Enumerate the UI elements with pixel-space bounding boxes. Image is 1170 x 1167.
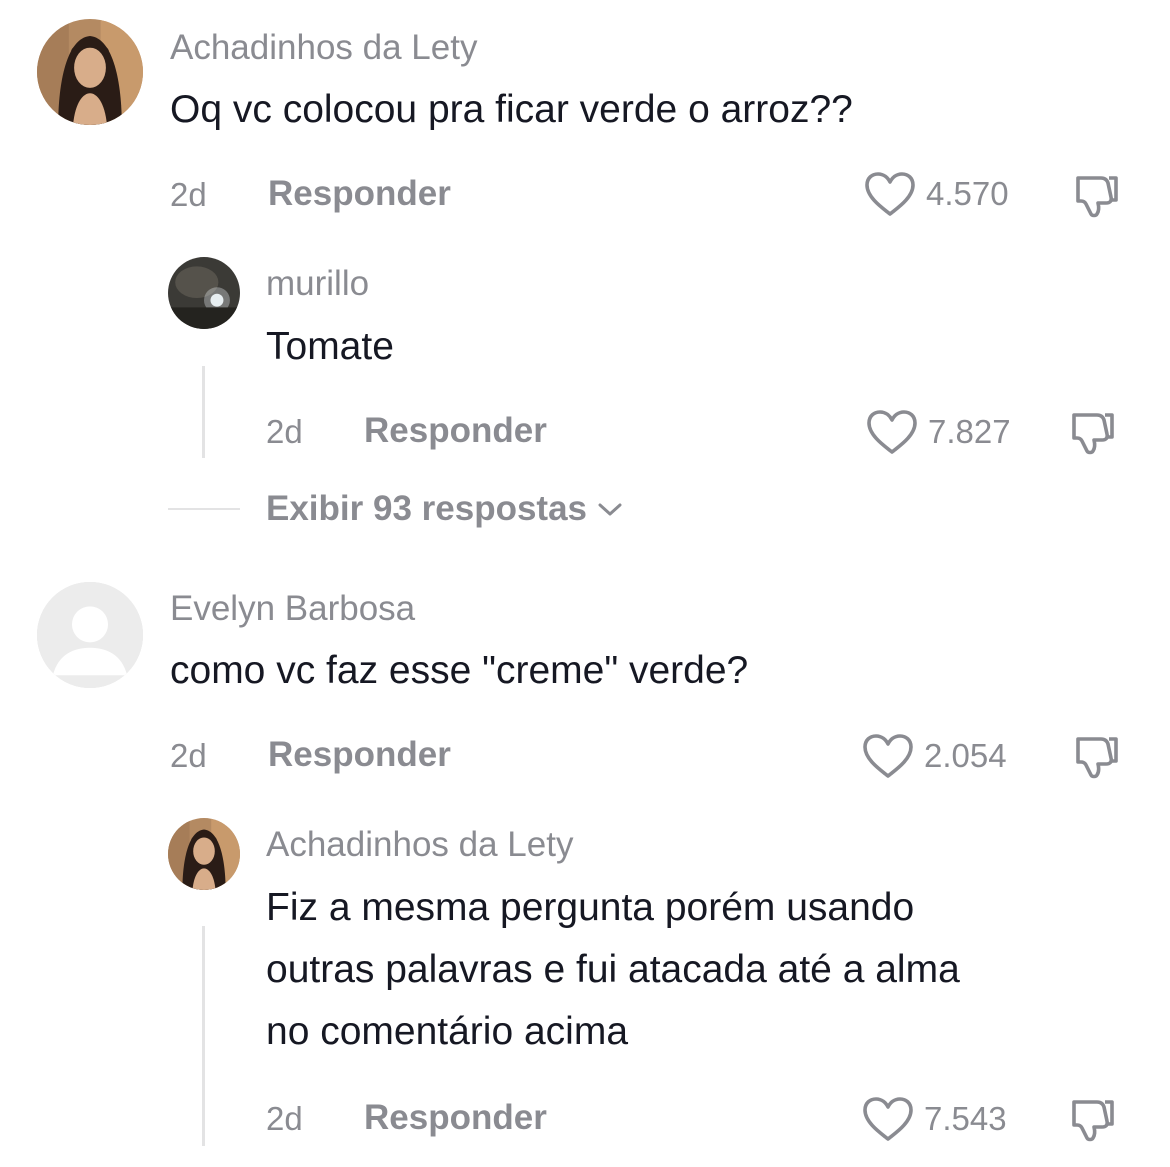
- like-count: 7.543: [924, 1100, 1007, 1137]
- comment-username[interactable]: Evelyn Barbosa: [170, 589, 415, 629]
- thumbs-down-icon: [1066, 407, 1118, 459]
- reply-username[interactable]: Achadinhos da Lety: [266, 825, 573, 865]
- thread-line: [202, 926, 205, 1146]
- reply-text-line: Fiz a mesma pergunta porém usando: [266, 886, 915, 929]
- reply-button[interactable]: Responder: [268, 735, 451, 775]
- view-replies-label: Exibir 93 respostas: [266, 489, 587, 528]
- comment-timestamp: 2d: [170, 737, 207, 774]
- comment-text: como vc faz esse "creme" verde?: [170, 649, 749, 692]
- chevron-down-icon: [598, 503, 622, 516]
- reply-timestamp: 2d: [266, 413, 303, 450]
- heart-outline-icon: [862, 1096, 914, 1142]
- dislike-button[interactable]: [1070, 170, 1122, 222]
- reply-timestamp: 2d: [266, 1100, 303, 1137]
- reply-text-line: no comentário acima: [266, 1010, 629, 1053]
- like-button[interactable]: 7.827: [866, 407, 1011, 457]
- view-replies-button[interactable]: Exibir 93 respostas: [266, 489, 625, 529]
- like-count: 2.054: [924, 737, 1007, 774]
- thumbs-down-icon: [1070, 170, 1122, 222]
- reply-button[interactable]: Responder: [268, 174, 451, 214]
- avatar[interactable]: [168, 818, 240, 890]
- divider: [168, 508, 240, 510]
- like-button[interactable]: 7.543: [862, 1094, 1007, 1144]
- comment-timestamp: 2d: [170, 176, 207, 213]
- dislike-button[interactable]: [1066, 1094, 1118, 1146]
- like-button[interactable]: 4.570: [864, 169, 1009, 219]
- like-button[interactable]: 2.054: [862, 731, 1007, 781]
- reply-username[interactable]: murillo: [266, 264, 369, 304]
- avatar[interactable]: [168, 257, 240, 329]
- reply-button[interactable]: Responder: [364, 1098, 547, 1138]
- avatar[interactable]: [37, 19, 143, 125]
- thread-line: [202, 366, 205, 458]
- dislike-button[interactable]: [1066, 407, 1118, 459]
- heart-outline-icon: [864, 171, 916, 217]
- reply-text-line: outras palavras e fui atacada até a alma: [266, 948, 960, 991]
- reply-text: Tomate: [266, 325, 394, 368]
- heart-outline-icon: [866, 409, 918, 455]
- comment-username[interactable]: Achadinhos da Lety: [170, 28, 477, 68]
- like-count: 4.570: [926, 175, 1009, 212]
- avatar[interactable]: [37, 582, 143, 688]
- thumbs-down-icon: [1066, 1094, 1118, 1146]
- heart-outline-icon: [862, 733, 914, 779]
- dislike-button[interactable]: [1070, 731, 1122, 783]
- like-count: 7.827: [928, 413, 1011, 450]
- thumbs-down-icon: [1070, 731, 1122, 783]
- comment-text: Oq vc colocou pra ficar verde o arroz??: [170, 88, 853, 131]
- reply-button[interactable]: Responder: [364, 411, 547, 451]
